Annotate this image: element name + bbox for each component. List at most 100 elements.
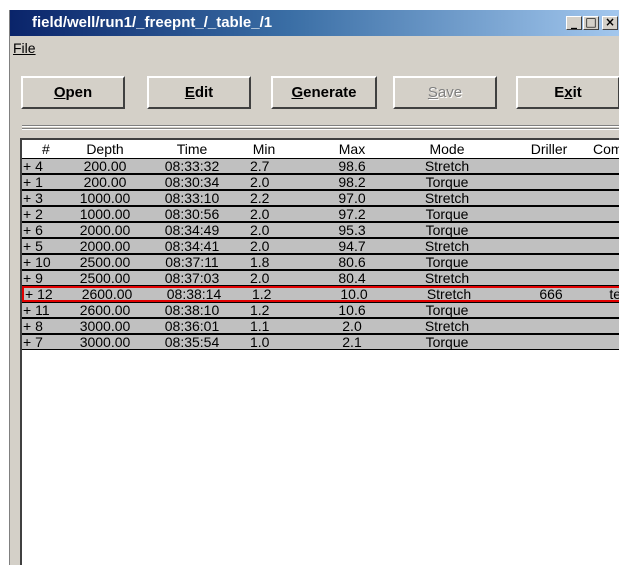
column-header-min[interactable]: Min xyxy=(244,140,284,158)
row-time: 08:36:01 xyxy=(164,318,220,334)
exit-button[interactable]: Exit xyxy=(516,76,619,109)
open-label: pen xyxy=(65,84,93,101)
row-mode: Stretch xyxy=(424,318,470,334)
exit-label: it xyxy=(572,84,582,101)
row-min: 2.0 xyxy=(250,222,270,238)
row-min: 2.7 xyxy=(250,158,270,174)
table-row[interactable]: + 10 2500.00 08:37:11 1.8 80.6 Torque xyxy=(22,254,619,270)
table-row[interactable]: + 4 200.00 08:33:32 2.7 98.6 Stretch xyxy=(22,158,619,174)
row-time: 08:34:41 xyxy=(164,238,220,254)
row-index: + 12 xyxy=(25,286,53,302)
table-row[interactable]: + 5 2000.00 08:34:41 2.0 94.7 Stretch xyxy=(22,238,619,254)
menu-file[interactable]: File xyxy=(13,38,36,58)
row-max: 10.0 xyxy=(340,286,368,302)
title-bar[interactable]: field/well/run1/_freepnt_/_table_/1 _ □ … xyxy=(10,10,619,36)
table-row[interactable]: + 11 2600.00 08:38:10 1.2 10.6 Torque xyxy=(22,302,619,318)
row-min: 2.0 xyxy=(250,270,270,286)
row-max: 98.6 xyxy=(338,158,366,174)
edit-button[interactable]: Edit xyxy=(147,76,251,109)
row-index: + 5 xyxy=(23,238,43,254)
column-header-time[interactable]: Time xyxy=(149,140,235,158)
generate-label: enerate xyxy=(303,84,357,101)
open-hotkey: O xyxy=(53,84,66,101)
close-button[interactable]: × xyxy=(602,16,618,30)
save-label: ave xyxy=(437,84,463,101)
row-mode: Stretch xyxy=(424,270,470,286)
column-header-comment[interactable]: Com xyxy=(593,140,619,158)
row-depth: 2000.00 xyxy=(79,238,131,254)
column-header-index[interactable]: # xyxy=(42,140,50,158)
row-index: + 4 xyxy=(23,158,43,174)
app-window: field/well/run1/_freepnt_/_table_/1 _ □ … xyxy=(9,10,619,565)
maximize-button[interactable]: □ xyxy=(583,16,599,30)
row-comment: test xyxy=(609,286,619,302)
table-row[interactable]: + 6 2000.00 08:34:49 2.0 95.3 Torque xyxy=(22,222,619,238)
close-icon: × xyxy=(604,15,616,29)
row-time: 08:33:32 xyxy=(164,158,220,174)
row-driller: 666 xyxy=(539,286,563,302)
row-depth: 3000.00 xyxy=(79,334,131,350)
row-depth: 2600.00 xyxy=(79,302,131,318)
row-time: 08:33:10 xyxy=(164,190,220,206)
table-row[interactable]: + 7 3000.00 08:35:54 1.0 2.1 Torque xyxy=(22,334,619,350)
row-index: + 6 xyxy=(23,222,43,238)
minimize-button[interactable]: _ xyxy=(566,16,582,30)
row-time: 08:35:54 xyxy=(164,334,220,350)
save-hotkey: S xyxy=(427,84,438,101)
column-header-max[interactable]: Max xyxy=(322,140,382,158)
table-row[interactable]: + 8 3000.00 08:36:01 1.1 2.0 Stretch xyxy=(22,318,619,334)
row-max: 2.1 xyxy=(342,334,362,350)
row-max: 2.0 xyxy=(342,318,362,334)
row-min: 2.2 xyxy=(250,190,270,206)
edit-label: dit xyxy=(194,84,214,101)
row-depth: 2500.00 xyxy=(79,254,131,270)
edit-hotkey: E xyxy=(184,84,195,101)
row-index: + 10 xyxy=(23,254,51,270)
row-mode: Stretch xyxy=(424,238,470,254)
row-depth: 200.00 xyxy=(83,158,127,174)
row-max: 97.2 xyxy=(338,206,366,222)
data-table: # Depth Time Min Max Mode Driller Com + … xyxy=(20,138,619,565)
column-header-driller[interactable]: Driller xyxy=(514,140,584,158)
row-min: 2.0 xyxy=(250,206,270,222)
row-depth: 1000.00 xyxy=(79,206,131,222)
table-row[interactable]: + 1 200.00 08:30:34 2.0 98.2 Torque xyxy=(22,174,619,190)
row-min: 1.8 xyxy=(250,254,270,270)
generate-button[interactable]: Generate xyxy=(271,76,377,109)
row-index: + 7 xyxy=(23,334,43,350)
table-row[interactable]: + 2 1000.00 08:30:56 2.0 97.2 Torque xyxy=(22,206,619,222)
table-row[interactable]: + 3 1000.00 08:33:10 2.2 97.0 Stretch xyxy=(22,190,619,206)
separator xyxy=(22,125,619,127)
row-time: 08:38:10 xyxy=(164,302,220,318)
column-header-depth[interactable]: Depth xyxy=(70,140,140,158)
row-max: 80.4 xyxy=(338,270,366,286)
exit-hotkey: x xyxy=(564,84,573,101)
row-mode: Torque xyxy=(425,206,469,222)
minimize-icon: _ xyxy=(571,15,577,29)
open-button[interactable]: Open xyxy=(21,76,125,109)
row-time: 08:30:34 xyxy=(164,174,220,190)
row-min: 1.1 xyxy=(250,318,270,334)
row-index: + 8 xyxy=(23,318,43,334)
row-depth: 2000.00 xyxy=(79,222,131,238)
row-max: 97.0 xyxy=(338,190,366,206)
row-mode: Torque xyxy=(425,222,469,238)
row-time: 08:30:56 xyxy=(164,206,220,222)
column-header-mode[interactable]: Mode xyxy=(407,140,487,158)
table-header: # Depth Time Min Max Mode Driller Com xyxy=(22,140,619,158)
row-mode: Stretch xyxy=(424,158,470,174)
generate-hotkey: G xyxy=(291,84,304,101)
row-mode: Stretch xyxy=(424,190,470,206)
separator xyxy=(22,128,619,130)
row-min: 2.0 xyxy=(250,174,270,190)
table-row[interactable]: + 12 2600.00 08:38:14 1.2 10.0 Stretch 666 test xyxy=(22,286,619,302)
row-time: 08:37:03 xyxy=(164,270,220,286)
row-index: + 9 xyxy=(23,270,43,286)
row-depth: 2600.00 xyxy=(81,286,133,302)
table-row[interactable]: + 9 2500.00 08:37:03 2.0 80.4 Stretch xyxy=(22,270,619,286)
row-depth: 200.00 xyxy=(83,174,127,190)
row-max: 95.3 xyxy=(338,222,366,238)
row-min: 1.2 xyxy=(252,286,272,302)
row-mode: Torque xyxy=(425,254,469,270)
row-max: 94.7 xyxy=(338,238,366,254)
